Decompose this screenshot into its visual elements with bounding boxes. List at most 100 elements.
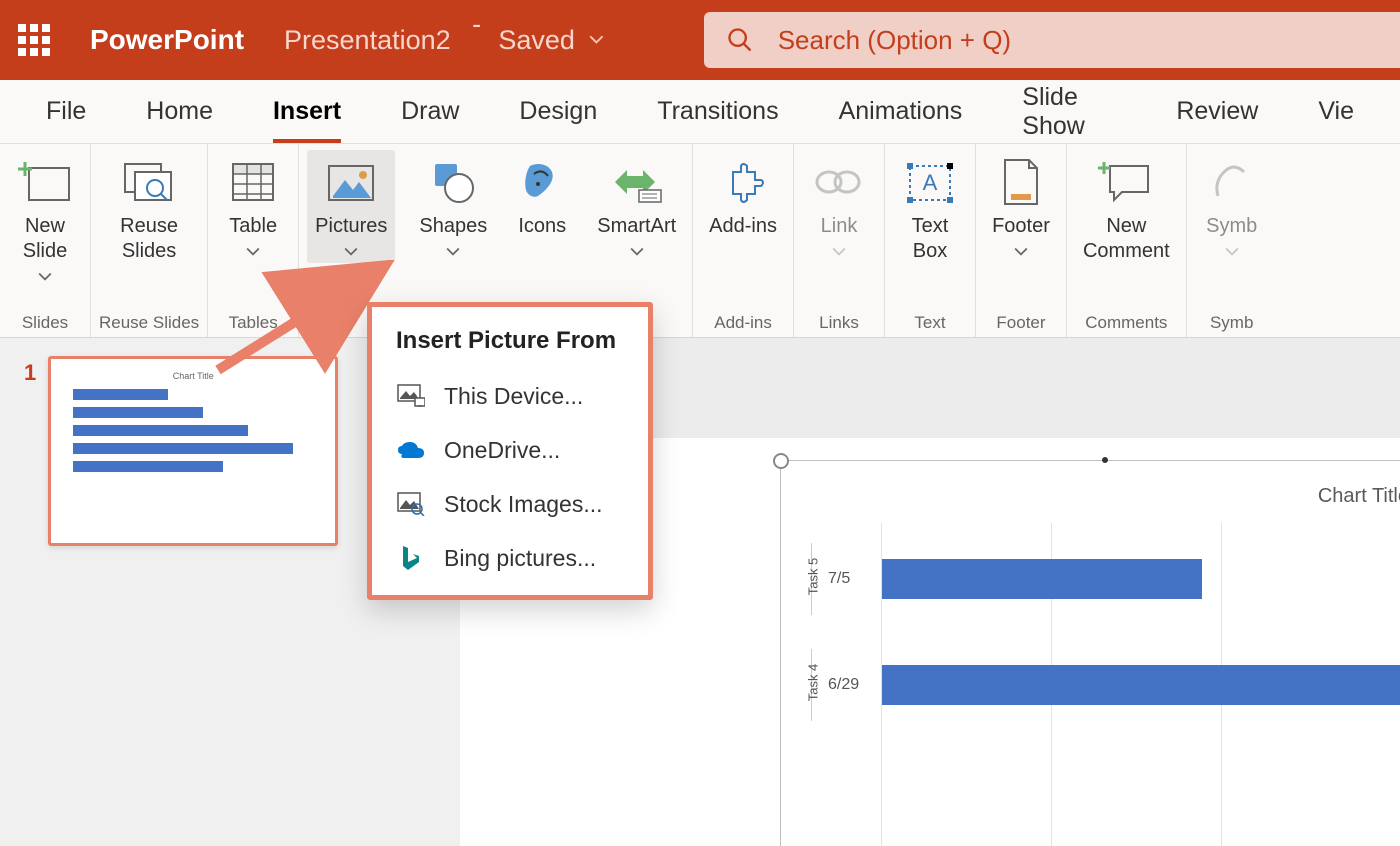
chart-bar[interactable] (882, 665, 1400, 705)
menu-item-this-device[interactable]: This Device... (372, 369, 648, 423)
tab-transitions[interactable]: Transitions (627, 80, 808, 143)
smartart-icon (609, 156, 665, 208)
menu-title: Insert Picture From (372, 321, 648, 369)
group-label: Text (914, 313, 945, 333)
group-label: Reuse Slides (99, 313, 199, 333)
reuse-slides-button[interactable]: Reuse Slides (112, 150, 186, 270)
tab-review[interactable]: Review (1146, 80, 1288, 143)
group-reuse-slides: Reuse Slides Reuse Slides (91, 144, 208, 337)
chevron-down-icon (1014, 247, 1028, 257)
table-button[interactable]: Table (216, 150, 290, 263)
menu-item-label: Bing pictures... (444, 545, 596, 572)
group-label: Add-ins (714, 313, 772, 333)
search-icon (726, 26, 754, 54)
title-bar: PowerPoint Presentation2 - Saved Search … (0, 0, 1400, 80)
menu-item-label: Stock Images... (444, 491, 603, 518)
chart-selection[interactable]: Chart Title Task 5 7/5 Task 4 6/29 (780, 460, 1400, 846)
tab-draw[interactable]: Draw (371, 80, 489, 143)
chevron-down-icon (246, 247, 260, 257)
chevron-down-icon (446, 247, 460, 257)
group-label: Comments (1085, 313, 1167, 333)
menu-item-label: OneDrive... (444, 437, 560, 464)
table-label: Table (229, 214, 277, 239)
symbol-button: Symb (1195, 150, 1269, 263)
document-title-status[interactable]: Presentation2 - Saved (284, 9, 604, 71)
shapes-icon (429, 156, 477, 208)
group-symbols: Symb Symb (1187, 144, 1277, 337)
new-comment-button[interactable]: New Comment (1075, 150, 1178, 270)
tab-strip: File Home Insert Draw Design Transitions… (0, 80, 1400, 144)
onedrive-icon (396, 435, 426, 465)
smartart-label: SmartArt (597, 214, 676, 239)
group-footer: Footer Footer (976, 144, 1067, 337)
text-box-label: Text Box (912, 214, 949, 264)
chart-title[interactable]: Chart Title (1318, 485, 1400, 508)
tab-animations[interactable]: Animations (809, 80, 993, 143)
link-button: Link (802, 150, 876, 263)
group-links: Link Links (794, 144, 885, 337)
menu-item-bing-pictures[interactable]: Bing pictures... (372, 531, 648, 585)
icons-button[interactable]: Icons (505, 150, 579, 245)
app-name: PowerPoint (90, 24, 244, 56)
app-launcher-icon[interactable] (18, 24, 50, 56)
tab-home[interactable]: Home (116, 80, 243, 143)
addins-icon (719, 156, 767, 208)
group-label: Slides (22, 313, 68, 333)
device-icon (396, 381, 426, 411)
table-icon (229, 156, 277, 208)
tab-view[interactable]: Vie (1288, 80, 1384, 143)
resize-handle[interactable] (1102, 457, 1108, 463)
tab-file[interactable]: File (16, 80, 116, 143)
chart-bar-label: 6/29 (828, 676, 859, 694)
chevron-down-icon (38, 272, 52, 282)
group-label: Symb (1210, 313, 1253, 333)
svg-text:A: A (923, 170, 938, 195)
symbol-label: Symb (1206, 214, 1257, 239)
chart-category: Task 4 (805, 664, 820, 702)
smartart-button[interactable]: SmartArt (589, 150, 684, 263)
text-box-button[interactable]: A Text Box (893, 150, 967, 270)
icons-label: Icons (518, 214, 566, 239)
menu-item-stock-images[interactable]: Stock Images... (372, 477, 648, 531)
group-label: Links (819, 313, 859, 333)
group-tables: Table Tables (208, 144, 299, 337)
menu-item-onedrive[interactable]: OneDrive... (372, 423, 648, 477)
thumb-chart-title: Chart Title (51, 371, 335, 381)
group-slides: New Slide Slides (0, 144, 91, 337)
comment-icon (1098, 156, 1154, 208)
pictures-dropdown-menu: Insert Picture From This Device... OneDr… (367, 302, 653, 600)
slide-thumbnail-1[interactable]: Chart Title (48, 356, 338, 546)
new-slide-label: New Slide (23, 214, 67, 264)
link-label: Link (821, 214, 858, 239)
new-slide-icon (17, 156, 73, 208)
new-comment-label: New Comment (1083, 214, 1170, 264)
text-box-icon: A (904, 156, 956, 208)
symbol-icon (1210, 156, 1254, 208)
icons-icon (518, 156, 566, 208)
search-placeholder: Search (Option + Q) (778, 25, 1011, 56)
group-text: A Text Box Text (885, 144, 976, 337)
chart-plot-area[interactable]: Task 5 7/5 Task 4 6/29 (811, 523, 1400, 846)
chart-bar-label: 7/5 (828, 570, 850, 588)
pictures-icon (323, 156, 379, 208)
new-slide-button[interactable]: New Slide (8, 150, 82, 288)
menu-item-label: This Device... (444, 383, 583, 410)
tab-insert[interactable]: Insert (243, 80, 371, 143)
search-box[interactable]: Search (Option + Q) (704, 12, 1400, 68)
tab-design[interactable]: Design (489, 80, 627, 143)
chevron-down-icon (589, 31, 604, 49)
resize-handle[interactable] (773, 453, 789, 469)
shapes-button[interactable]: Shapes (411, 150, 495, 263)
chart-category: Task 5 (805, 558, 820, 596)
group-addins: Add-ins Add-ins (693, 144, 794, 337)
save-status: Saved (498, 25, 575, 56)
addins-button[interactable]: Add-ins (701, 150, 785, 245)
pictures-button[interactable]: Pictures (307, 150, 395, 263)
footer-button[interactable]: Footer (984, 150, 1058, 263)
chevron-down-icon (1225, 247, 1239, 257)
pictures-label: Pictures (315, 214, 387, 239)
chart-bar[interactable] (882, 559, 1202, 599)
group-label: Tables (229, 313, 278, 333)
ribbon: New Slide Slides Reuse Slides Reuse Slid… (0, 144, 1400, 338)
tab-slide-show[interactable]: Slide Show (992, 80, 1146, 143)
